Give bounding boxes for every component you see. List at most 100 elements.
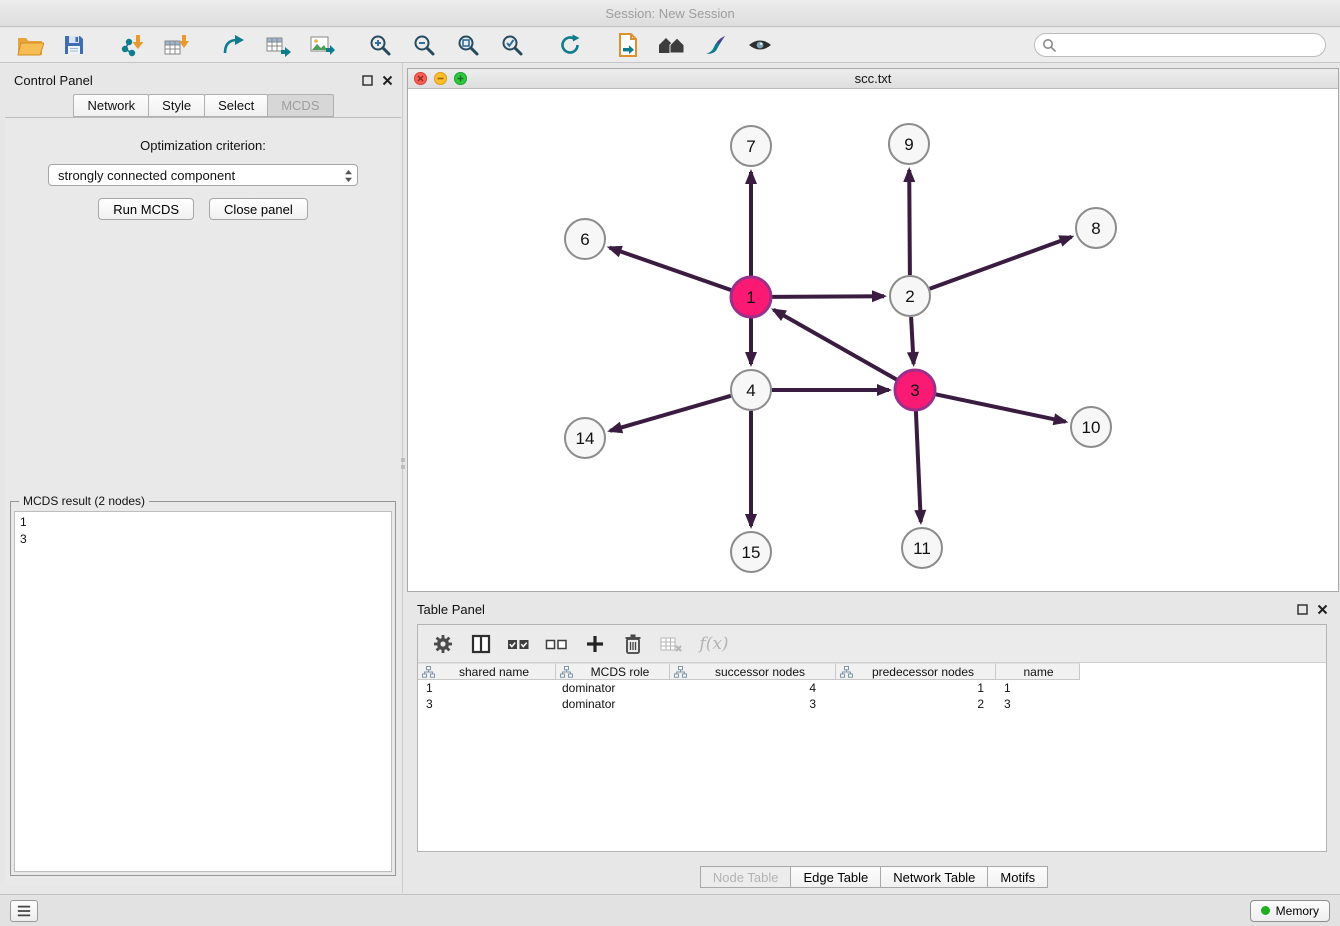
close-window-icon[interactable] <box>414 72 427 85</box>
show-columns-button[interactable] <box>464 629 498 659</box>
export-table-icon <box>265 33 291 57</box>
edge-1-6[interactable] <box>610 248 732 291</box>
svg-text:2: 2 <box>905 287 914 306</box>
task-history-button[interactable] <box>10 900 38 922</box>
select-stepper-icon <box>344 169 353 183</box>
network-window-title: scc.txt <box>408 71 1338 86</box>
delete-columns-button[interactable] <box>616 629 650 659</box>
select-all-button[interactable] <box>502 629 536 659</box>
mcds-result-list[interactable]: 1 3 <box>14 511 392 872</box>
node-15[interactable]: 15 <box>731 532 771 572</box>
deselect-all-icon <box>545 635 569 653</box>
zoom-fit-button[interactable] <box>450 30 486 60</box>
svg-text:14: 14 <box>576 429 595 448</box>
zoom-out-button[interactable] <box>406 30 442 60</box>
float-panel-icon[interactable] <box>362 75 373 86</box>
criterion-select[interactable]: strongly connected component <box>48 164 358 186</box>
network-graph-canvas[interactable]: 7 9 6 8 1 2 4 3 14 10 15 11 <box>408 89 1338 591</box>
open-session-button[interactable] <box>12 30 48 60</box>
column-header-predecessor-nodes[interactable]: predecessor nodes <box>836 663 996 680</box>
sort-tree-icon <box>674 666 687 678</box>
home-icon <box>658 34 686 56</box>
delete-table-button[interactable] <box>654 629 688 659</box>
network-window: scc.txt 7 9 6 8 1 2 4 3 14 10 15 11 <box>407 68 1339 592</box>
titlebar: Session: New Session <box>0 0 1340 27</box>
node-10[interactable]: 10 <box>1071 407 1111 447</box>
copy-style-button[interactable] <box>610 30 646 60</box>
table-row[interactable]: 3 dominator 3 2 3 <box>418 696 1326 712</box>
tab-network[interactable]: Network <box>73 94 149 117</box>
node-7[interactable]: 7 <box>731 126 771 166</box>
export-table-button[interactable] <box>260 30 296 60</box>
tab-style[interactable]: Style <box>148 94 205 117</box>
search-input[interactable] <box>1034 33 1326 57</box>
column-header-name[interactable]: name <box>996 663 1080 680</box>
tab-network-table[interactable]: Network Table <box>880 866 988 888</box>
export-network-button[interactable] <box>216 30 252 60</box>
close-table-panel-icon[interactable] <box>1317 604 1328 615</box>
home-button[interactable] <box>654 30 690 60</box>
node-2[interactable]: 2 <box>890 276 930 316</box>
edge-1-2[interactable] <box>772 296 884 297</box>
maximize-window-icon[interactable] <box>454 72 467 85</box>
sort-tree-icon <box>422 666 435 678</box>
edge-3-11[interactable] <box>916 411 921 522</box>
float-table-panel-icon[interactable] <box>1297 604 1308 615</box>
memory-button[interactable]: Memory <box>1250 900 1330 922</box>
mcds-result-box: MCDS result (2 nodes) 1 3 <box>10 494 396 876</box>
search-box <box>1034 33 1326 57</box>
import-network-button[interactable] <box>114 30 150 60</box>
export-group <box>216 30 340 60</box>
import-table-button[interactable] <box>158 30 194 60</box>
refresh-view-button[interactable] <box>552 30 588 60</box>
edge-3-10[interactable] <box>936 394 1066 421</box>
table-row[interactable]: 1 dominator 4 1 1 <box>418 680 1326 696</box>
column-settings-button[interactable] <box>426 629 460 659</box>
svg-text:8: 8 <box>1091 219 1100 238</box>
tab-mcds[interactable]: MCDS <box>267 94 333 117</box>
run-mcds-button[interactable]: Run MCDS <box>98 198 194 220</box>
trash-icon <box>623 633 643 655</box>
export-image-button[interactable] <box>304 30 340 60</box>
refresh-icon <box>558 33 582 57</box>
function-builder-button[interactable]: f(x) <box>692 629 736 659</box>
tab-node-table[interactable]: Node Table <box>700 866 792 888</box>
node-14[interactable]: 14 <box>565 418 605 458</box>
zoom-fit-icon <box>456 33 480 57</box>
tab-edge-table[interactable]: Edge Table <box>790 866 881 888</box>
add-column-button[interactable] <box>578 629 612 659</box>
edge-2-3[interactable] <box>911 317 914 364</box>
column-header-successor-nodes[interactable]: successor nodes <box>670 663 836 680</box>
deselect-all-button[interactable] <box>540 629 574 659</box>
zoom-in-icon <box>368 33 392 57</box>
column-header-mcds-role[interactable]: MCDS role <box>556 663 670 680</box>
close-panel-icon[interactable] <box>382 75 393 86</box>
node-8[interactable]: 8 <box>1076 208 1116 248</box>
edge-2-8[interactable] <box>930 237 1072 289</box>
node-4[interactable]: 4 <box>731 370 771 410</box>
zoom-in-button[interactable] <box>362 30 398 60</box>
node-11[interactable]: 11 <box>902 528 942 568</box>
tab-motifs[interactable]: Motifs <box>987 866 1048 888</box>
node-9[interactable]: 9 <box>889 124 929 164</box>
node-3[interactable]: 3 <box>895 370 935 410</box>
apply-style-button[interactable] <box>698 30 734 60</box>
edge-4-14[interactable] <box>610 396 731 431</box>
column-header-shared-name[interactable]: shared name <box>418 663 556 680</box>
zoom-selected-icon <box>500 33 524 57</box>
edge-3-1[interactable] <box>774 310 897 380</box>
panel-splitter[interactable] <box>402 63 403 893</box>
splitter-grip[interactable] <box>400 455 405 471</box>
show-hide-button[interactable] <box>742 30 778 60</box>
svg-text:4: 4 <box>746 381 755 400</box>
edge-2-9[interactable] <box>909 170 910 275</box>
save-session-button[interactable] <box>56 30 92 60</box>
node-6[interactable]: 6 <box>565 219 605 259</box>
svg-text:10: 10 <box>1082 418 1101 437</box>
minimize-window-icon[interactable] <box>434 72 447 85</box>
node-1[interactable]: 1 <box>731 277 771 317</box>
import-table-icon <box>163 33 189 57</box>
tab-select[interactable]: Select <box>204 94 268 117</box>
zoom-selected-button[interactable] <box>494 30 530 60</box>
close-panel-button[interactable]: Close panel <box>209 198 308 220</box>
